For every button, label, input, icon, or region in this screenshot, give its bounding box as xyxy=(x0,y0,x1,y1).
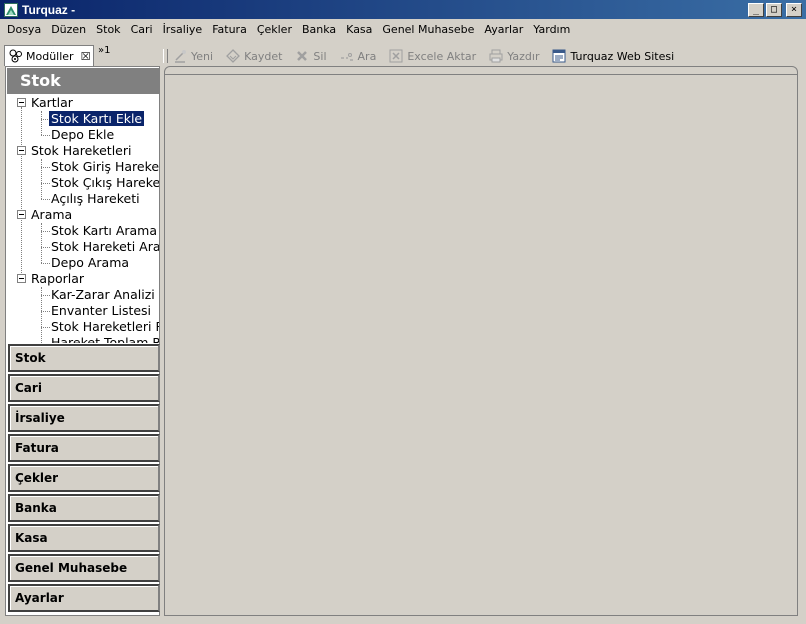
close-button[interactable]: × xyxy=(786,3,802,17)
module-button-banka[interactable]: Banka xyxy=(8,494,160,522)
search-icon xyxy=(339,48,355,64)
menu-banka[interactable]: Banka xyxy=(297,20,341,40)
module-button-cekler[interactable]: Çekler xyxy=(8,464,160,492)
collapse-stok-hareketleri-icon[interactable] xyxy=(17,146,26,155)
tree-node-kartlar[interactable]: Kartlar xyxy=(31,95,73,111)
tree-item-envanter-listesi[interactable]: Envanter Listesi xyxy=(51,303,151,319)
tab-moduller[interactable]: Modüller ☒ xyxy=(4,45,94,66)
menu-fatura[interactable]: Fatura xyxy=(207,20,252,40)
modules-icon xyxy=(9,49,23,63)
collapse-raporlar-icon[interactable] xyxy=(17,274,26,283)
module-button-ayarlar[interactable]: Ayarlar xyxy=(8,584,160,612)
tree-item-stok-karti-ekle[interactable]: Stok Kartı Ekle xyxy=(49,111,145,127)
menu-genel-muhasebe[interactable]: Genel Muhasebe xyxy=(377,20,479,40)
tree-node-arama[interactable]: Arama xyxy=(31,207,72,223)
view-tab-strip: Modüller ☒ »1 xyxy=(4,45,160,66)
website-button[interactable]: Turquaz Web Sitesi xyxy=(551,48,674,64)
new-document-icon xyxy=(172,48,188,64)
search-button-label: Ara xyxy=(357,49,377,63)
main-toolbar: Yeni Kaydet Sil Ara Excele Aktar Yazdır xyxy=(163,46,803,66)
export-excel-button[interactable]: Excele Aktar xyxy=(388,48,476,64)
title-bar: Turquaz - _ □ × xyxy=(0,0,806,20)
tab-moduller-label: Modüller xyxy=(26,49,74,63)
web-page-icon xyxy=(551,48,567,64)
module-button-stok[interactable]: Stok xyxy=(8,344,160,372)
tree-item-stok-karti-arama[interactable]: Stok Kartı Arama xyxy=(51,223,157,239)
tree-item-stok-giris-hareketi[interactable]: Stok Giriş Hareketi xyxy=(51,159,159,175)
collapse-kartlar-icon[interactable] xyxy=(17,98,26,107)
search-button[interactable]: Ara xyxy=(339,48,377,64)
menu-yardim[interactable]: Yardım xyxy=(528,20,575,40)
tree-node-raporlar[interactable]: Raporlar xyxy=(31,271,84,287)
tree-node-stok-hareketleri[interactable]: Stok Hareketleri xyxy=(31,143,131,159)
menu-ayarlar[interactable]: Ayarlar xyxy=(479,20,528,40)
delete-icon xyxy=(294,48,310,64)
module-button-kasa[interactable]: Kasa xyxy=(8,524,160,552)
tree-item-stok-hareketleri-raporu[interactable]: Stok Hareketleri Raporu xyxy=(51,319,159,335)
menu-stok[interactable]: Stok xyxy=(91,20,125,40)
menu-cari[interactable]: Cari xyxy=(126,20,158,40)
module-pane: Stok Kartlar Stok Kartı Ekle Depo Ekle S… xyxy=(5,66,160,616)
editor-area xyxy=(164,66,798,616)
menu-bar: Dosya Düzen Stok Cari İrsaliye Fatura Çe… xyxy=(0,20,806,40)
maximize-button[interactable]: □ xyxy=(766,3,782,17)
tree-item-stok-cikis-hareketi[interactable]: Stok Çıkış Hareketi xyxy=(51,175,159,191)
save-icon xyxy=(225,48,241,64)
tab-overflow-chevron[interactable]: »1 xyxy=(98,45,110,66)
turquaz-app-icon[interactable] xyxy=(4,3,18,17)
tree-item-acilis-hareketi[interactable]: Açılış Hareketi xyxy=(51,191,140,207)
collapse-arama-icon[interactable] xyxy=(17,210,26,219)
minimize-icon: _ xyxy=(752,4,760,15)
module-button-cari[interactable]: Cari xyxy=(8,374,160,402)
export-excel-button-label: Excele Aktar xyxy=(407,49,477,63)
tree-item-hareket-toplam-raporu[interactable]: Hareket Toplam Raporu xyxy=(51,335,159,343)
maximize-icon: □ xyxy=(770,4,778,15)
toolbar-grip[interactable] xyxy=(163,49,168,63)
menu-irsaliye[interactable]: İrsaliye xyxy=(158,20,208,40)
menu-duzen[interactable]: Düzen xyxy=(46,20,91,40)
tree-item-stok-hareketi-arama[interactable]: Stok Hareketi Arama xyxy=(51,239,159,255)
website-button-label: Turquaz Web Sitesi xyxy=(570,49,675,63)
tree-item-depo-arama[interactable]: Depo Arama xyxy=(51,255,129,271)
menu-cekler[interactable]: Çekler xyxy=(252,20,297,40)
printer-icon xyxy=(488,48,504,64)
close-icon: × xyxy=(790,4,798,15)
new-button-label: Yeni xyxy=(191,49,214,63)
excel-icon xyxy=(388,48,404,64)
tree-item-kar-zarar-analizi[interactable]: Kar-Zarar Analizi xyxy=(51,287,155,303)
module-button-irsaliye[interactable]: İrsaliye xyxy=(8,404,160,432)
delete-button[interactable]: Sil xyxy=(294,48,327,64)
save-button[interactable]: Kaydet xyxy=(225,48,282,64)
module-pane-title: Stok xyxy=(7,68,159,94)
tree-item-depo-ekle[interactable]: Depo Ekle xyxy=(51,127,114,143)
new-button[interactable]: Yeni xyxy=(172,48,213,64)
close-tab-icon[interactable]: ☒ xyxy=(81,50,91,63)
save-button-label: Kaydet xyxy=(244,49,283,63)
editor-tab-row xyxy=(165,67,797,75)
window-title: Turquaz - xyxy=(22,3,76,17)
module-button-fatura[interactable]: Fatura xyxy=(8,434,160,462)
module-tree: Kartlar Stok Kartı Ekle Depo Ekle Stok H… xyxy=(6,95,159,343)
menu-kasa[interactable]: Kasa xyxy=(341,20,377,40)
print-button-label: Yazdır xyxy=(507,49,540,63)
chevron-double-right-icon: »1 xyxy=(98,45,111,56)
minimize-button[interactable]: _ xyxy=(748,3,764,17)
module-button-genel-muhasebe[interactable]: Genel Muhasebe xyxy=(8,554,160,582)
delete-button-label: Sil xyxy=(313,49,327,63)
print-button[interactable]: Yazdır xyxy=(488,48,539,64)
menu-dosya[interactable]: Dosya xyxy=(2,20,46,40)
